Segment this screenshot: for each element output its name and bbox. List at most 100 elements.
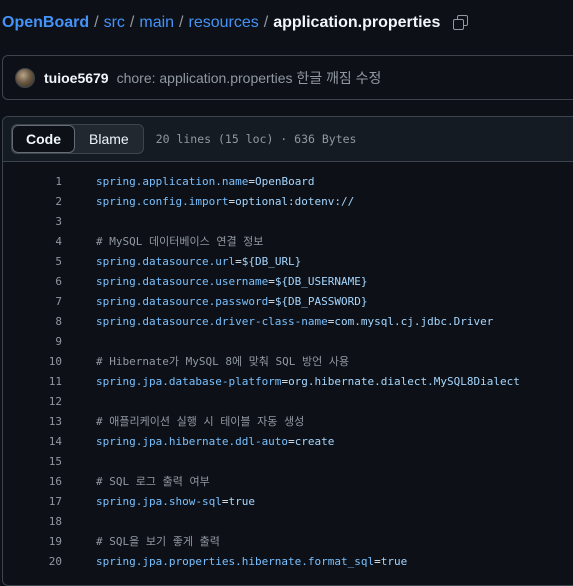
line-number[interactable]: 1: [3, 175, 62, 188]
line-number[interactable]: 12: [3, 395, 62, 408]
code-line: 12: [3, 391, 573, 411]
breadcrumb-separator: /: [94, 14, 99, 31]
line-number[interactable]: 18: [3, 515, 62, 528]
property-value: ${DB_PASSWORD}: [274, 294, 368, 308]
code-line: 13 # 애플리케이션 실행 시 테이블 자동 생성: [3, 411, 573, 431]
property-value: create: [294, 434, 335, 448]
view-mode-toggle: Code Blame: [11, 124, 144, 154]
property-value: true: [380, 554, 408, 568]
line-content: spring.datasource.url=${DB_URL}: [96, 255, 301, 268]
line-content: # SQL 로그 출력 여부: [96, 473, 210, 489]
code-line: 6 spring.datasource.username=${DB_USERNAM…: [3, 271, 573, 291]
code-view: 1 spring.application.name=OpenBoard 2 sprin…: [3, 162, 573, 571]
line-number[interactable]: 8: [3, 315, 62, 328]
property-value: true: [228, 494, 255, 508]
code-line: 16 # SQL 로그 출력 여부: [3, 471, 573, 491]
code-line: 11 spring.jpa.database-platform=org.hiber…: [3, 371, 573, 391]
line-content: # SQL을 보기 좋게 출력: [96, 533, 220, 549]
breadcrumb-repo-link[interactable]: OpenBoard: [2, 14, 89, 32]
line-content: spring.config.import=optional:dotenv://: [96, 195, 354, 208]
code-line: 15: [3, 451, 573, 471]
line-number[interactable]: 5: [3, 255, 62, 268]
equals-sign: =: [374, 554, 381, 568]
line-number[interactable]: 7: [3, 295, 62, 308]
property-value: org.hibernate.dialect.MySQL8Dialect: [288, 374, 520, 388]
property-key: spring.datasource.password: [96, 294, 269, 308]
line-number[interactable]: 14: [3, 435, 62, 448]
line-content: spring.jpa.database-platform=org.hiberna…: [96, 375, 520, 388]
line-number[interactable]: 17: [3, 495, 62, 508]
breadcrumb: OpenBoard / src / main / resources / app…: [0, 9, 470, 37]
property-value: com.mysql.cj.jdbc.Driver: [334, 314, 494, 328]
file-viewer: Code Blame 20 lines (15 loc) · 636 Bytes…: [2, 116, 573, 586]
line-content: spring.datasource.username=${DB_USERNAME…: [96, 275, 368, 288]
line-content: spring.jpa.hibernate.ddl-auto=create: [96, 435, 334, 448]
code-comment: # MySQL 데이터베이스 연결 정보: [96, 235, 264, 248]
line-content: spring.datasource.password=${DB_PASSWORD…: [96, 295, 368, 308]
property-key: spring.datasource.username: [96, 274, 269, 288]
line-number[interactable]: 13: [3, 415, 62, 428]
breadcrumb-separator: /: [179, 14, 184, 31]
file-header: Code Blame 20 lines (15 loc) · 636 Bytes: [3, 117, 573, 162]
code-line: 18: [3, 511, 573, 531]
line-content: spring.jpa.show-sql=true: [96, 495, 255, 508]
property-value: ${DB_USERNAME}: [274, 274, 368, 288]
line-number[interactable]: 2: [3, 195, 62, 208]
property-key: spring.jpa.hibernate.ddl-auto: [96, 434, 289, 448]
line-number[interactable]: 15: [3, 455, 62, 468]
code-comment: # 애플리케이션 실행 시 테이블 자동 생성: [96, 415, 305, 428]
tab-blame[interactable]: Blame: [75, 125, 143, 153]
line-number[interactable]: 16: [3, 475, 62, 488]
line-number[interactable]: 3: [3, 215, 62, 228]
line-number[interactable]: 11: [3, 375, 62, 388]
tab-code[interactable]: Code: [12, 125, 75, 153]
line-content: spring.jpa.properties.hibernate.format_s…: [96, 555, 407, 568]
property-key: spring.jpa.properties.hibernate.format_s…: [96, 554, 375, 568]
equals-sign: =: [248, 174, 255, 188]
code-line: 20 spring.jpa.properties.hibernate.format…: [3, 551, 573, 571]
commit-author[interactable]: tuioe5679: [44, 70, 109, 86]
commit-message[interactable]: chore: application.properties 한글 깨짐 수정: [117, 68, 382, 88]
latest-commit-bar: tuioe5679 chore: application.properties …: [2, 55, 573, 100]
code-line: 17 spring.jpa.show-sql=true: [3, 491, 573, 511]
code-line: 10 # Hibernate가 MySQL 8에 맞춰 SQL 방언 사용: [3, 351, 573, 371]
line-content: spring.application.name=OpenBoard: [96, 175, 315, 188]
code-line: 3: [3, 211, 573, 231]
line-content: spring.datasource.driver-class-name=com.…: [96, 315, 493, 328]
breadcrumb-src-link[interactable]: src: [104, 14, 125, 32]
equals-sign: =: [268, 274, 275, 288]
code-comment: # Hibernate가 MySQL 8에 맞춰 SQL 방언 사용: [96, 355, 350, 368]
line-number[interactable]: 20: [3, 555, 62, 568]
property-key: spring.jpa.show-sql: [96, 494, 222, 508]
property-key: spring.datasource.driver-class-name: [96, 314, 328, 328]
avatar[interactable]: [15, 67, 35, 88]
breadcrumb-filename: application.properties: [273, 14, 441, 31]
line-content: # 애플리케이션 실행 시 테이블 자동 생성: [96, 413, 304, 429]
code-line: 19 # SQL을 보기 좋게 출력: [3, 531, 573, 551]
code-line: 9: [3, 331, 573, 351]
property-key: spring.datasource.url: [96, 254, 236, 268]
breadcrumb-separator: /: [129, 14, 135, 31]
code-comment: # SQL 로그 출력 여부: [96, 475, 210, 488]
code-line: 14 spring.jpa.hibernate.ddl-auto=create: [3, 431, 573, 451]
line-number[interactable]: 9: [3, 335, 62, 348]
property-value: optional:dotenv://: [235, 194, 355, 208]
code-comment: # SQL을 보기 좋게 출력: [96, 535, 220, 548]
copy-path-icon[interactable]: [452, 14, 470, 32]
equals-sign: =: [235, 254, 242, 268]
property-key: spring.config.import: [96, 194, 229, 208]
code-line: 7 spring.datasource.password=${DB_PASSWOR…: [3, 291, 573, 311]
breadcrumb-resources-link[interactable]: resources: [189, 14, 259, 32]
code-line: 4 # MySQL 데이터베이스 연결 정보: [3, 231, 573, 251]
line-number[interactable]: 10: [3, 355, 62, 368]
equals-sign: =: [288, 434, 295, 448]
breadcrumb-main-link[interactable]: main: [139, 14, 174, 32]
property-key: spring.jpa.database-platform: [96, 374, 282, 388]
line-number[interactable]: 19: [3, 535, 62, 548]
line-number[interactable]: 4: [3, 235, 62, 248]
breadcrumb-separator: /: [263, 14, 269, 31]
property-value: ${DB_URL}: [241, 254, 302, 268]
property-value: OpenBoard: [254, 174, 315, 188]
line-number[interactable]: 6: [3, 275, 62, 288]
code-line: 8 spring.datasource.driver-class-name=com…: [3, 311, 573, 331]
